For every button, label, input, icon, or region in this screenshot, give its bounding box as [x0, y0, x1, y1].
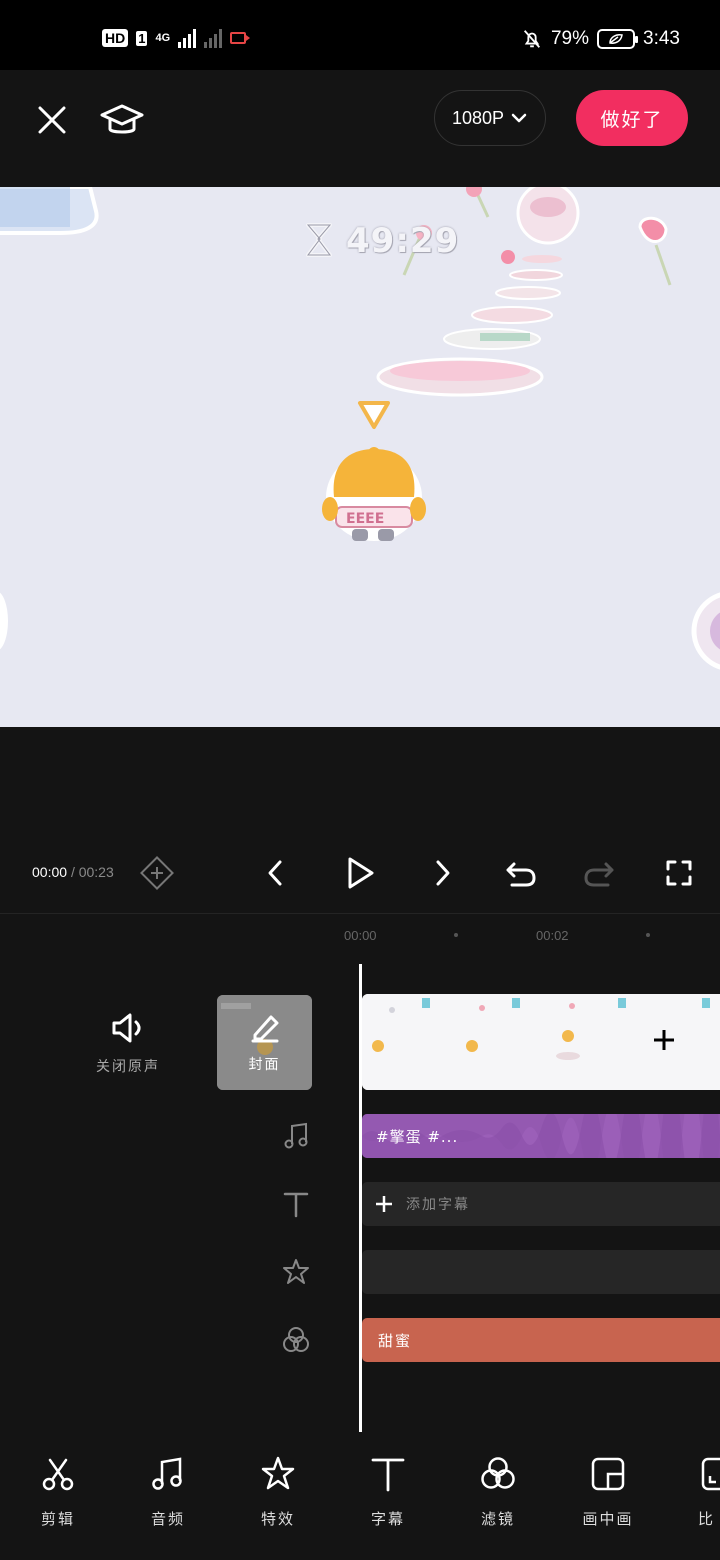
- tool-captions[interactable]: 字幕: [338, 1454, 438, 1529]
- text-icon: [371, 1458, 405, 1492]
- close-icon[interactable]: [30, 98, 74, 142]
- pencil-icon: [251, 1015, 279, 1043]
- scissors-icon: [42, 1458, 74, 1491]
- filter-clip-track[interactable]: 甜蜜: [362, 1318, 720, 1362]
- clock: 3:43: [643, 28, 680, 49]
- signal-secondary-icon: [204, 28, 223, 48]
- bottom-toolbar: 剪辑 音频 特效 字幕 滤镜 画中画 比: [0, 1440, 720, 1560]
- tool-audio[interactable]: 音频: [118, 1454, 218, 1529]
- ruler-tick: 00:02: [536, 928, 569, 943]
- tool-edit[interactable]: 剪辑: [8, 1454, 108, 1529]
- hd-badge: HD: [102, 29, 129, 47]
- time-separator: /: [70, 864, 75, 880]
- fullscreen-icon[interactable]: [660, 854, 698, 892]
- sim-badge: 1: [136, 30, 148, 46]
- video-preview[interactable]: EEEE 49:29: [0, 187, 720, 727]
- ruler-tick: 00:00: [344, 928, 377, 943]
- total-time: 00:23: [78, 864, 114, 880]
- timeline-ruler[interactable]: 00:00 00:02: [0, 920, 720, 950]
- timecode: 00:00 / 00:23: [32, 864, 114, 880]
- svg-text:EEEE: EEEE: [346, 511, 384, 527]
- text-track-icon[interactable]: [280, 1188, 312, 1220]
- ruler-dot: [646, 933, 650, 937]
- tool-filters-label: 滤镜: [480, 1510, 515, 1528]
- ratio-icon: [701, 1457, 720, 1491]
- filter-clip-label: 甜蜜: [378, 1332, 413, 1350]
- tool-ratio[interactable]: 比: [668, 1454, 720, 1529]
- tool-captions-label: 字幕: [370, 1510, 405, 1528]
- previous-frame-icon[interactable]: [256, 854, 294, 892]
- add-caption-label: 添加字幕: [406, 1197, 470, 1213]
- resolution-label: 1080P: [451, 107, 505, 128]
- battery-percent: 79%: [550, 28, 590, 49]
- keyframe-icon[interactable]: [138, 854, 176, 892]
- speaker-icon: [112, 1013, 141, 1043]
- done-button[interactable]: 做好了: [576, 90, 688, 146]
- battery-icon: [597, 29, 639, 49]
- star-effect-icon: [261, 1456, 295, 1490]
- status-bar: HD 1 4G 79% 3:43: [0, 0, 720, 70]
- effect-track[interactable]: [362, 1250, 720, 1294]
- effect-track-icon[interactable]: [280, 1256, 312, 1288]
- audio-clip-track[interactable]: #擎蛋 #...: [362, 1114, 720, 1158]
- redo-icon[interactable]: [580, 854, 618, 892]
- resolution-selector[interactable]: 1080P: [434, 90, 546, 146]
- music-track-icon[interactable]: [280, 1120, 312, 1152]
- add-clip-icon[interactable]: [650, 1026, 678, 1054]
- audio-clip-label: #擎蛋 #...: [376, 1128, 459, 1146]
- mute-notification-icon: [523, 30, 541, 48]
- preview-timer: 49:29: [346, 221, 460, 261]
- music-note-icon: [152, 1457, 182, 1490]
- ruler-dot: [454, 933, 458, 937]
- undo-icon[interactable]: [502, 854, 540, 892]
- cover-button[interactable]: 封面: [217, 995, 312, 1090]
- tool-pip-label: 画中画: [582, 1510, 634, 1528]
- chevron-down-icon: [511, 113, 527, 123]
- tool-effects-label: 特效: [260, 1510, 295, 1528]
- filter-circles-icon: [481, 1457, 515, 1489]
- tool-effects[interactable]: 特效: [228, 1454, 328, 1529]
- preview-scene: EEEE: [0, 187, 720, 670]
- mute-original-label: 关闭原声: [96, 1059, 160, 1075]
- cover-label: 封面: [248, 1057, 281, 1073]
- tool-picture-in-picture[interactable]: 画中画: [558, 1454, 658, 1529]
- playhead[interactable]: [359, 964, 362, 1432]
- signal-icon: [178, 28, 197, 48]
- tool-ratio-label: 比: [698, 1510, 716, 1528]
- playback-controls: 00:00 / 00:23: [0, 840, 720, 906]
- tool-filters[interactable]: 滤镜: [448, 1454, 548, 1529]
- editor-top-bar: 1080P 做好了: [0, 70, 720, 187]
- next-frame-icon[interactable]: [424, 854, 462, 892]
- add-caption-icon: [376, 1196, 392, 1212]
- screen-record-icon: [230, 32, 251, 44]
- controls-divider: [0, 913, 720, 914]
- current-time: 00:00: [32, 864, 68, 880]
- picture-in-picture-icon: [591, 1457, 625, 1491]
- filter-track-icon[interactable]: [280, 1324, 312, 1356]
- mute-original-button[interactable]: 关闭原声: [88, 1008, 168, 1078]
- network-type: 4G: [155, 31, 171, 44]
- leaf-icon: [609, 34, 623, 44]
- graduation-cap-icon[interactable]: [98, 96, 146, 144]
- tool-edit-label: 剪辑: [40, 1510, 75, 1528]
- play-icon[interactable]: [340, 854, 378, 892]
- caption-track[interactable]: 添加字幕: [362, 1182, 720, 1226]
- tool-audio-label: 音频: [150, 1510, 185, 1528]
